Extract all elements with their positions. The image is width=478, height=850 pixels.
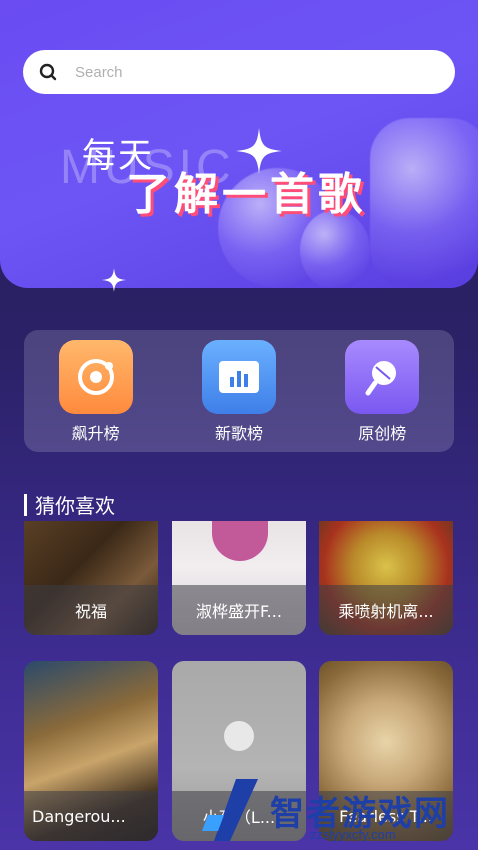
search-input[interactable] <box>75 63 415 81</box>
sparkle-icon <box>236 128 282 174</box>
charts-panel: 飙升榜 新歌榜 原创榜 <box>24 330 454 452</box>
section-title: 猜你喜欢 <box>35 494 115 518</box>
microphone-icon <box>365 361 397 396</box>
song-title: 淑桦盛开F... <box>172 585 306 635</box>
chart-icon-box <box>201 340 276 414</box>
chart-rising[interactable]: 飙升榜 <box>41 340 151 444</box>
song-card[interactable]: 祝福 <box>24 521 158 635</box>
chart-label: 飙升榜 <box>71 424 120 443</box>
album-art-detail <box>224 721 254 751</box>
decor-blob <box>370 118 478 288</box>
song-card[interactable]: 乘喷射机离... <box>319 521 453 635</box>
song-title: Dangerou... <box>24 791 158 841</box>
chart-original[interactable]: 原创榜 <box>327 340 437 444</box>
chart-label: 新歌榜 <box>214 424 263 443</box>
bar-chart-icon <box>218 361 259 393</box>
vinyl-icon <box>77 359 114 395</box>
watermark-logo-icon <box>202 779 258 841</box>
watermark-url: zzslyyxcfy.com <box>310 827 396 842</box>
song-title: 祝福 <box>24 585 158 635</box>
section-marker <box>24 493 27 516</box>
chart-new-songs[interactable]: 新歌榜 <box>184 340 294 444</box>
sparkle-icon <box>102 268 126 292</box>
chart-label: 原创榜 <box>358 424 407 443</box>
song-title: 乘喷射机离... <box>319 585 453 635</box>
chart-icon-box <box>58 340 133 414</box>
song-card[interactable]: 淑桦盛开F... <box>172 521 306 635</box>
chart-icon-box <box>345 340 420 414</box>
hero-banner[interactable]: MUSIC 每天 了解一首歌 <box>0 0 478 288</box>
song-card[interactable]: Dangerou... <box>24 661 158 841</box>
watermark: 智者游戏网 zzslyyxcfy.com <box>200 775 450 845</box>
section-header: 猜你喜欢 <box>24 490 115 519</box>
search-bar[interactable] <box>23 50 455 94</box>
search-icon <box>39 63 57 81</box>
